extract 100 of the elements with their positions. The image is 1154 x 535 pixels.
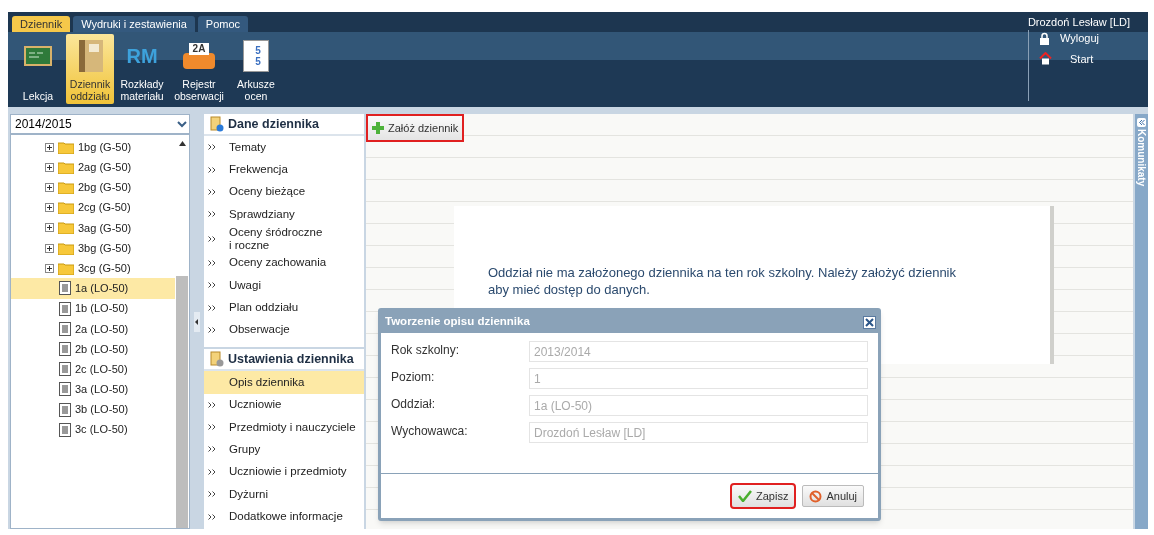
ribbon-button[interactable]: 5 5 Arkusze ocen [232, 34, 280, 104]
padlock-icon [1039, 31, 1050, 45]
ribbon-button[interactable]: RM Rozkłady materiału [118, 34, 166, 104]
double-chevron-icon [208, 446, 216, 453]
grade-sheet-icon: 5 5 [243, 40, 269, 72]
double-chevron-icon [208, 304, 216, 311]
tree-item[interactable]: 2ag (G-50) [11, 157, 175, 178]
cancel-button[interactable]: Anuluj [802, 485, 864, 507]
settings-document-icon [210, 351, 224, 368]
folder-icon [58, 221, 74, 235]
document-icon [59, 301, 71, 316]
tree-item[interactable]: 3c (LO-50) [11, 419, 175, 440]
folder-icon [58, 261, 74, 275]
folder-icon [58, 180, 74, 194]
tree-item[interactable]: 3ag (G-50) [11, 217, 175, 238]
nav-item[interactable]: Opis dziennika [204, 371, 364, 394]
expand-icon [1137, 118, 1146, 127]
double-chevron-icon [208, 468, 216, 475]
expand-toggle-icon[interactable] [45, 203, 54, 213]
tree-item[interactable]: 2bg (G-50) [11, 177, 175, 198]
tree-item[interactable]: 2cg (G-50) [11, 197, 175, 218]
menu-tab[interactable]: Wydruki i zestawienia [73, 16, 195, 32]
ribbon-button[interactable]: Lekcja [14, 34, 62, 104]
double-chevron-icon [208, 259, 216, 266]
document-icon [59, 422, 71, 437]
document-icon [59, 402, 71, 417]
save-button[interactable]: Zapisz [732, 485, 795, 507]
year-select[interactable]: 2014/2015 [10, 114, 190, 134]
tree-item[interactable]: 1bg (G-50) [11, 137, 175, 158]
tree-item[interactable]: 2c (LO-50) [11, 359, 175, 380]
start-link[interactable]: Start [1039, 50, 1148, 67]
expand-toggle-icon[interactable] [45, 243, 54, 253]
tree-item[interactable]: 2a (LO-50) [11, 318, 175, 339]
ribbon-button[interactable]: 2A Rejestr obserwacji [170, 34, 228, 104]
nav-item[interactable]: Oceny zachowania [204, 251, 364, 274]
expand-toggle-icon[interactable] [45, 142, 54, 152]
tree-item[interactable]: 3cg (G-50) [11, 258, 175, 279]
document-icon [59, 382, 71, 397]
folder-icon [58, 201, 74, 215]
nav-item[interactable]: Obserwacje [204, 318, 364, 342]
create-journal-button[interactable]: Załóż dziennik [368, 116, 463, 140]
nav-item[interactable]: Frekwencja [204, 158, 364, 181]
tree-item[interactable]: 3bg (G-50) [11, 237, 175, 259]
tree-item-label: 2c (LO-50) [75, 361, 128, 377]
nav-item[interactable]: Grupy [204, 438, 364, 461]
nav-item[interactable]: Dodatkowe informacje [204, 505, 364, 528]
chalkboard-icon [23, 44, 53, 68]
double-chevron-icon [208, 166, 216, 173]
collapse-handle-icon[interactable] [194, 311, 200, 332]
checkmark-icon [738, 490, 752, 502]
ribbon-button[interactable]: Dziennik oddziału [66, 34, 114, 104]
field-label: Poziom: [391, 368, 436, 386]
tree-item[interactable]: 2b (LO-50) [11, 338, 175, 360]
tree-item-label: 2ag (G-50) [78, 160, 132, 176]
double-chevron-icon [208, 211, 216, 218]
document-icon [59, 362, 71, 377]
nav-item[interactable]: Uczniowie i przedmioty [204, 460, 364, 484]
tree-item[interactable]: 3b (LO-50) [11, 399, 175, 420]
nav-item[interactable]: Dyżurni [204, 483, 364, 506]
double-chevron-icon [208, 188, 216, 195]
field-label: Wychowawca: [391, 422, 469, 440]
dialog-title: Tworzenie opisu dziennika [385, 314, 530, 330]
tree-item-label: 3a (LO-50) [75, 382, 129, 398]
tree-item-label: 3cg (G-50) [78, 260, 131, 276]
tree-item-label: 3b (LO-50) [75, 402, 129, 418]
double-chevron-icon [208, 326, 216, 333]
nav-item[interactable]: Przedmioty i nauczyciele [204, 415, 364, 439]
logout-link[interactable]: Wyloguj [1039, 30, 1148, 47]
tree-item-label: 2bg (G-50) [78, 180, 132, 196]
nav-item[interactable]: Tematy [204, 136, 364, 159]
tree-item-label: 1bg (G-50) [78, 139, 132, 155]
double-chevron-icon [208, 401, 216, 408]
expand-toggle-icon[interactable] [45, 223, 54, 233]
document-icon [59, 281, 71, 296]
expand-toggle-icon[interactable] [45, 162, 54, 172]
tree-item-label: 2cg (G-50) [78, 200, 131, 216]
tree-item[interactable]: 1a (LO-50) [11, 278, 175, 299]
folder-icon [58, 241, 74, 255]
double-chevron-icon [208, 513, 216, 520]
menu-tab[interactable]: Dziennik [12, 16, 71, 32]
double-chevron-icon [208, 235, 216, 242]
menu-tab[interactable]: Pomoc [197, 16, 249, 32]
tree-item-label: 1a (LO-50) [75, 281, 129, 297]
tree-item[interactable]: 1b (LO-50) [11, 298, 175, 319]
nav-item[interactable]: Sprawdziany [204, 203, 364, 226]
info-document-icon [210, 116, 224, 132]
tree-item-label: 2a (LO-50) [75, 321, 129, 337]
tree-item[interactable]: 3a (LO-50) [11, 379, 175, 400]
folder-icon [58, 140, 74, 154]
expand-toggle-icon[interactable] [45, 263, 54, 273]
nav-item[interactable]: Plan oddziału [204, 296, 364, 319]
user-name: Drozdoń Lesław [LD] [1027, 14, 1130, 30]
close-button[interactable] [863, 315, 876, 329]
nav-item[interactable]: Uwagi [204, 273, 364, 297]
nav-item[interactable]: Uczniowie [204, 393, 364, 416]
nav-item[interactable]: Oceny bieżące [204, 180, 364, 204]
expand-toggle-icon[interactable] [45, 182, 54, 192]
double-chevron-icon [208, 491, 216, 498]
nav-item[interactable]: Oceny śródroczne i roczne [204, 225, 364, 252]
section-header: Dane dziennika [204, 114, 364, 136]
